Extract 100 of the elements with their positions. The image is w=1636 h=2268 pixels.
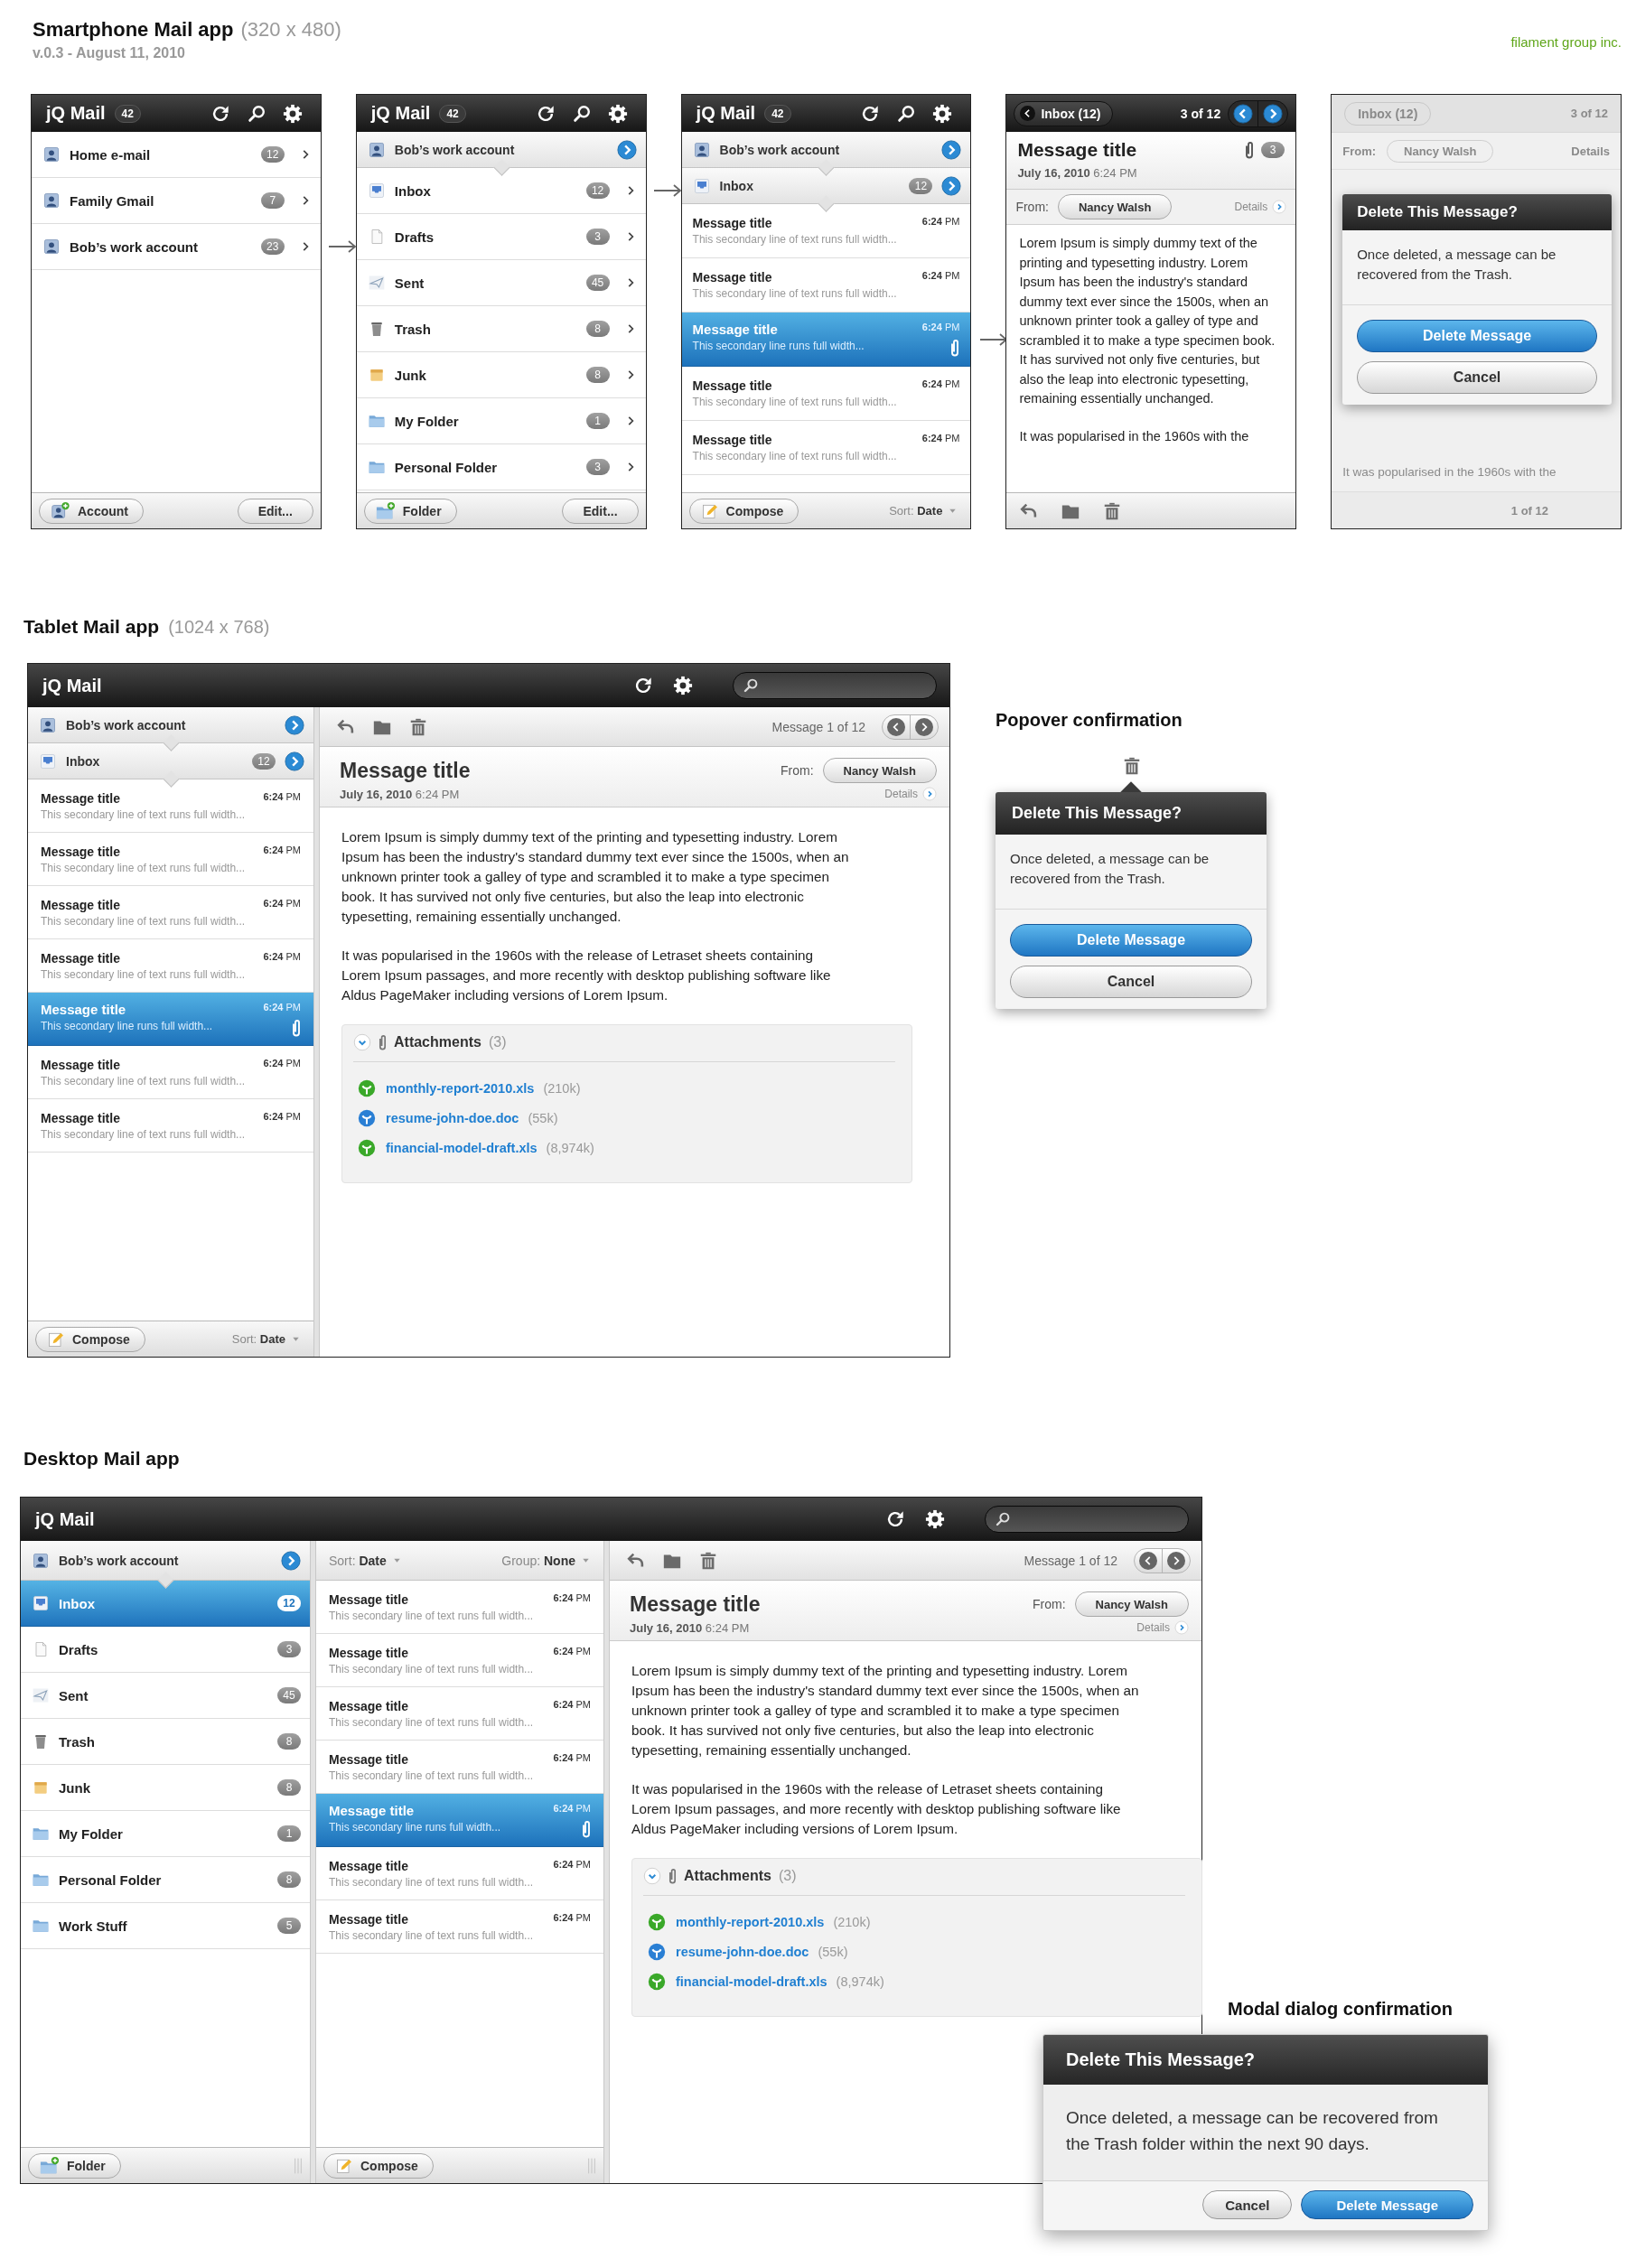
message-count: 12 [585, 182, 610, 199]
attachment-link[interactable]: financial-model-draft.xls [676, 1971, 827, 1992]
message-count: 8 [277, 1733, 301, 1750]
settings-icon[interactable] [673, 676, 693, 695]
add-button[interactable]: Folder [28, 2152, 121, 2179]
sort-dropdown[interactable]: Sort: Date [226, 1332, 306, 1346]
chevron-left-icon [1139, 1551, 1157, 1570]
file-type-icon [647, 1971, 667, 1992]
app-title: jQ Mail [696, 103, 756, 124]
app-title: jQ Mail [42, 675, 102, 696]
file-size: (210k) [833, 1913, 871, 1931]
sender-button[interactable]: Nancy Walsh [822, 758, 937, 783]
folder-item[interactable]: Inbox 12 [21, 1581, 310, 1627]
expand-icon[interactable] [353, 1033, 371, 1051]
list-item[interactable]: Bob’s work account 23 [32, 224, 321, 270]
search-field[interactable] [733, 672, 937, 699]
message-title: Message title [41, 844, 121, 859]
attachment-link[interactable]: monthly-report-2010.xls [676, 1911, 825, 1932]
cancel-button[interactable]: Cancel [1357, 361, 1597, 394]
list-item[interactable]: Drafts 3 [356, 214, 646, 260]
sender-button[interactable]: Nancy Walsh [1057, 194, 1173, 219]
settings-icon[interactable] [932, 103, 953, 124]
message-preview: This secondary line runs full width... [41, 1019, 214, 1034]
message-item[interactable]: Message title 6:24 PM This secondary line of text runs full width... [681, 204, 971, 258]
settings-icon[interactable] [282, 103, 303, 124]
message-count: 3 [585, 459, 610, 475]
settings-icon[interactable] [607, 103, 628, 124]
compose-button[interactable]: Compose [688, 498, 799, 524]
list-item[interactable]: Trash 8 [356, 306, 646, 352]
file-type-icon [647, 1911, 667, 1932]
edit-button[interactable]: Edit... [237, 498, 313, 524]
compose-button[interactable]: Compose [35, 1326, 145, 1352]
folder-item[interactable]: Junk 8 [21, 1765, 310, 1811]
trash-icon[interactable] [1122, 756, 1142, 776]
compose-button[interactable]: Compose [323, 2152, 434, 2179]
folder-item[interactable]: Personal Folder 8 [21, 1857, 310, 1903]
list-item[interactable]: Inbox 12 [356, 168, 646, 214]
message-position: Message 1 of 12 [771, 719, 865, 734]
message-time: 6:24 PM [553, 1698, 591, 1712]
message-item[interactable]: Message title 6:24 PM This secondary line of text runs full width... [681, 367, 971, 421]
file-type-icon [357, 1137, 377, 1158]
trash-icon[interactable] [698, 1550, 718, 1571]
from-label: From: [1015, 200, 1049, 214]
message-preview: This secondary line of text runs full width... [692, 396, 898, 408]
folder-item[interactable]: Drafts 3 [21, 1627, 310, 1673]
from-label: From: [781, 763, 814, 778]
message-preview: This secondary line runs full width... [692, 340, 865, 354]
dialog-message: Once deleted, a message can be recovered from the Trash. [1342, 230, 1612, 305]
message-count: 1 [277, 1825, 301, 1842]
list-item[interactable]: Sent 45 [356, 260, 646, 306]
group-dropdown[interactable]: Group: None [496, 1553, 596, 1568]
folder-name: Drafts [59, 1641, 98, 1657]
message-time: 6:24 PM [553, 1751, 591, 1765]
message-time: 6:24 PM [263, 1057, 301, 1070]
message-time: 6:24 PM [553, 1591, 591, 1605]
section-heading: Tablet Mail app [23, 616, 160, 638]
list-item[interactable]: Personal Folder 3 [356, 444, 646, 490]
folder-item[interactable]: Sent 45 [21, 1673, 310, 1719]
list-item[interactable]: Family Gmail 7 [32, 178, 321, 224]
item-label: Bob’s work account [70, 238, 198, 255]
message-count: 7 [260, 192, 285, 209]
message-count: 3 [585, 229, 610, 245]
message-paragraph: It was popularised in the 1960s with the release of Letraset sheets containing Lorem Ipsum passages, and more recently with desktop publishing software like Aldus PageMaker including versions of Lorem Ipsum. [341, 947, 832, 1004]
folder-item[interactable]: Work Stuff 5 [21, 1903, 310, 1949]
message-paragraph: Lorem Ipsum is simply dummy text of the printing and typesetting industry. Lorem Ipsum has been the industry's standard dummy text ever since the 1500s, when an unknown printer took a galley of type and scrambled it to make a type specimen book. It has survived not only five centuries, but also the leap into electronic typesetting, remaining essentially unchanged. [341, 828, 850, 926]
item-label: Family Gmail [70, 192, 154, 209]
message-item[interactable]: Message title 6:24 PM This secondary line of text runs full width... [681, 421, 971, 475]
cancel-button[interactable]: Cancel [1202, 2190, 1293, 2219]
sender-button[interactable]: Nancy Walsh [1074, 1591, 1189, 1617]
paper-plane-icon [367, 274, 386, 292]
folder-item[interactable]: My Folder 1 [21, 1811, 310, 1857]
attachment-link[interactable]: resume-john-doe.doc [386, 1107, 519, 1128]
add-folder-icon [40, 2155, 60, 2176]
sort-dropdown[interactable]: Sort: Date [323, 1553, 407, 1568]
list-item[interactable]: Home e-mail 12 [32, 132, 321, 178]
add-button[interactable]: Folder [363, 498, 457, 524]
chevron-left-icon [887, 717, 905, 736]
folder-name: Trash [59, 1733, 96, 1750]
add-button[interactable]: Account [39, 498, 144, 524]
folder-name: Personal Folder [59, 1871, 162, 1888]
trash-icon[interactable] [408, 716, 428, 737]
expand-icon[interactable] [643, 1867, 661, 1885]
attachment-link[interactable]: monthly-report-2010.xls [386, 1078, 535, 1098]
back-button[interactable]: Inbox (12) [1014, 100, 1113, 126]
item-label: Inbox [394, 182, 431, 199]
attachment-link[interactable]: financial-model-draft.xls [386, 1137, 538, 1158]
list-item[interactable]: My Folder 1 [356, 398, 646, 444]
message-count: 12 [277, 1595, 301, 1611]
search-field[interactable] [985, 1506, 1189, 1533]
list-item[interactable]: Junk 8 [356, 352, 646, 398]
message-title: Message title [329, 1751, 409, 1767]
app-title: jQ Mail [46, 103, 106, 124]
cancel-button[interactable]: Cancel [1010, 966, 1252, 998]
sort-dropdown[interactable]: Sort: Date [883, 504, 964, 518]
unread-count: 42 [439, 104, 466, 123]
edit-button[interactable]: Edit... [562, 498, 639, 524]
message-title: Message title [329, 1802, 416, 1818]
folder-item[interactable]: Trash 8 [21, 1719, 310, 1765]
settings-icon[interactable] [925, 1509, 945, 1529]
attachment-link[interactable]: resume-john-doe.doc [676, 1941, 809, 1962]
